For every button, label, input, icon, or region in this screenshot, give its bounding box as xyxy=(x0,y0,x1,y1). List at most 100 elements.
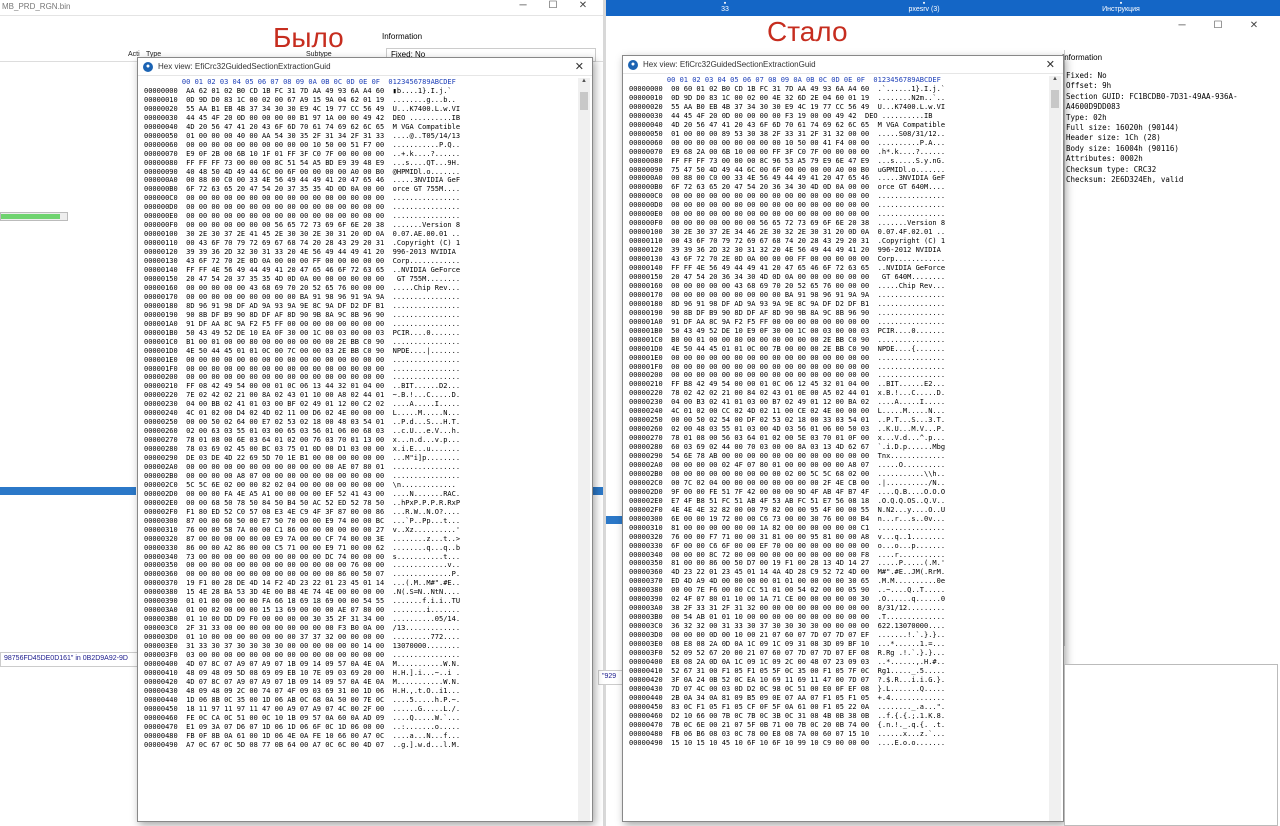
hex-row[interactable]: 00000450 18 11 97 11 97 11 47 00 A9 07 A… xyxy=(144,705,572,714)
hex-row[interactable]: 00000080 FF FF FF 73 00 00 00 8C 96 53 A… xyxy=(629,157,1043,166)
hex-row[interactable]: 000003D0 00 00 00 0D 00 10 00 21 07 60 0… xyxy=(629,631,1043,640)
hex-row[interactable]: 00000280 60 03 69 02 44 00 70 03 00 00 8… xyxy=(629,443,1043,452)
hex-row[interactable]: 00000390 02 4F 07 80 01 10 00 1A 71 CE 0… xyxy=(629,595,1043,604)
hex-row[interactable]: 00000170 00 00 00 00 00 00 00 00 00 BA 9… xyxy=(144,293,572,302)
hex-row[interactable]: 000000B0 6F 72 63 65 20 47 54 20 36 34 3… xyxy=(629,183,1043,192)
hex-row[interactable]: 00000290 DE 03 DE 4D 22 69 5D 70 1E B1 0… xyxy=(144,454,572,463)
hex-row[interactable]: 00000410 52 67 31 00 F1 05 F1 05 5F 0C 3… xyxy=(629,667,1043,676)
hex-row[interactable]: 00000450 83 0C F1 05 F1 05 CF 0F 5F 0A 6… xyxy=(629,703,1043,712)
hex-row[interactable]: 00000460 FE 0C CA 0C 51 00 0C 10 1B 09 5… xyxy=(144,714,572,723)
hex-row[interactable]: 00000220 7E 02 42 02 21 00 8A 02 43 01 1… xyxy=(144,391,572,400)
minimize-icon[interactable]: ─ xyxy=(1164,20,1200,31)
hex-row[interactable]: 000003E0 08 E8 08 2A 0D 0A 1C 09 1C 09 3… xyxy=(629,640,1043,649)
hex-row[interactable]: 00000090 40 48 50 4D 49 44 6C 00 6F 00 0… xyxy=(144,168,572,177)
hex-row[interactable]: 00000140 FF FF 4E 56 49 44 49 41 20 47 6… xyxy=(629,264,1043,273)
hex-row[interactable]: 000003A0 38 2F 33 31 2F 31 32 00 00 00 0… xyxy=(629,604,1043,613)
hex-row[interactable]: 000003C0 2F 31 33 00 00 00 00 00 00 00 0… xyxy=(144,624,572,633)
hex-row[interactable]: 00000470 7B 0C 6E 00 21 07 5F 0B 71 00 7… xyxy=(629,721,1043,730)
hex-row[interactable]: 000002E0 E7 4F B8 51 FC 51 AB 4F 53 AB F… xyxy=(629,497,1043,506)
hex-row[interactable]: 00000150 20 47 54 20 36 34 30 4D 0D 0A 0… xyxy=(629,273,1043,282)
hex-row[interactable]: 000000D0 00 00 00 00 00 00 00 00 00 00 0… xyxy=(629,201,1043,210)
hex-row[interactable]: 00000190 90 8B DF B9 90 8D DF AF 8D 90 9… xyxy=(629,309,1043,318)
hex-row[interactable]: 00000230 04 00 BB 02 41 01 03 00 BF 02 4… xyxy=(144,400,572,409)
hex-row[interactable]: 00000110 00 43 6F 70 79 72 69 67 68 74 2… xyxy=(629,237,1043,246)
hex-row[interactable]: 00000220 78 02 42 02 21 00 84 02 43 01 0… xyxy=(629,389,1043,398)
scroll-up-icon[interactable]: ▲ xyxy=(578,78,590,88)
hex-row[interactable]: 00000430 7D 07 4C 00 03 0D D2 0C 98 0C 5… xyxy=(629,685,1043,694)
hex-row[interactable]: 00000270 78 01 08 00 56 03 64 01 02 00 5… xyxy=(629,434,1043,443)
hex-row[interactable]: 00000200 00 00 00 00 00 00 00 00 00 00 0… xyxy=(144,373,572,382)
close-icon[interactable]: ✕ xyxy=(1236,20,1272,31)
hex-row[interactable]: 000000E0 00 00 00 00 00 00 00 00 00 00 0… xyxy=(144,212,572,221)
hex-row[interactable]: 00000110 00 43 6F 70 79 72 69 67 68 74 2… xyxy=(144,239,572,248)
hex-row[interactable]: 00000160 00 00 00 00 00 43 68 69 70 20 5… xyxy=(629,282,1043,291)
hex-row[interactable]: 00000420 4D 07 8C 07 A9 07 A9 07 1B 09 1… xyxy=(144,678,572,687)
hex-row[interactable]: 00000130 43 6F 72 70 2E 0D 0A 00 00 00 F… xyxy=(144,257,572,266)
hex-row[interactable]: 00000350 00 00 00 00 00 00 00 00 00 00 0… xyxy=(144,561,572,570)
hex-row[interactable]: 00000120 39 39 36 2D 32 30 31 33 20 4E 5… xyxy=(144,248,572,257)
hex-row[interactable]: 00000430 48 09 48 09 2C 00 74 07 4F 09 0… xyxy=(144,687,572,696)
hex-row[interactable]: 000000B0 6F 72 63 65 20 47 54 20 37 35 3… xyxy=(144,185,572,194)
scroll-thumb[interactable] xyxy=(1051,90,1059,108)
taskbar-item-1[interactable]: ▪ pxesrv (3) xyxy=(902,0,946,13)
scroll-up-icon[interactable]: ▲ xyxy=(1049,76,1061,86)
hex-row[interactable]: 00000210 FF B8 42 49 54 00 00 01 0C 06 1… xyxy=(629,380,1043,389)
hex-row[interactable]: 00000250 00 00 50 02 54 00 DF 02 53 02 1… xyxy=(629,416,1043,425)
hex-row[interactable]: 00000180 8D 96 91 98 DF AD 9A 93 9A 9E 8… xyxy=(144,302,572,311)
hex-row[interactable]: 00000370 ED 4D A9 4D 00 00 00 00 01 01 0… xyxy=(629,577,1043,586)
hex-row[interactable]: 00000410 48 09 48 09 5D 08 69 09 EB 10 7… xyxy=(144,669,572,678)
tree-selected-row[interactable] xyxy=(0,487,136,495)
hex-row[interactable]: 00000440 2B 0A 34 0A 81 09 B5 09 0E 07 A… xyxy=(629,694,1043,703)
hex-row[interactable]: 00000260 02 00 63 03 55 01 03 00 65 03 5… xyxy=(144,427,572,436)
hex-row[interactable]: 00000300 6E 00 00 19 72 00 00 C6 73 00 0… xyxy=(629,515,1043,524)
hex-row[interactable]: 000002B0 00 00 00 00 00 00 00 00 00 02 0… xyxy=(629,470,1043,479)
hex-row[interactable]: 000002D0 00 00 00 FA 4E A5 A1 00 00 00 0… xyxy=(144,490,572,499)
hex-row[interactable]: 00000480 FB 0F 8B 0A 61 00 1D 06 4E 0A F… xyxy=(144,732,572,741)
hex-row[interactable]: 00000400 E8 08 2A 0D 0A 1C 09 1C 09 2C 0… xyxy=(629,658,1043,667)
hex-row[interactable]: 000000F0 00 00 00 00 00 00 00 56 65 72 7… xyxy=(144,221,572,230)
minimize-icon[interactable]: ─ xyxy=(508,0,538,11)
close-icon[interactable]: ✕ xyxy=(568,0,598,11)
hex-row[interactable]: 00000420 3F 0A 24 0B 52 0C EA 10 69 11 6… xyxy=(629,676,1043,685)
hex-row[interactable]: 00000030 44 45 4F 20 0D 00 00 00 00 F3 1… xyxy=(629,112,1043,121)
hex-row[interactable]: 000003B0 00 54 AB 01 01 10 00 00 00 00 0… xyxy=(629,613,1043,622)
hex-row[interactable]: 00000340 00 00 00 8C 72 00 00 00 00 00 0… xyxy=(629,551,1043,560)
hex-row[interactable]: 000000E0 00 00 00 00 00 00 00 00 00 00 0… xyxy=(629,210,1043,219)
hex-row[interactable]: 00000050 01 00 00 00 89 53 30 38 2F 33 3… xyxy=(629,130,1043,139)
hex-row[interactable]: 000000F0 00 00 00 00 00 00 00 56 65 72 7… xyxy=(629,219,1043,228)
hex-before-scrollbar[interactable]: ▲ xyxy=(578,78,590,821)
close-icon[interactable]: ✕ xyxy=(575,60,584,73)
hex-row[interactable]: 00000460 D2 10 66 00 7B 0C 7B 0C 3B 0C 3… xyxy=(629,712,1043,721)
close-icon[interactable]: ✕ xyxy=(1046,58,1055,71)
hex-row[interactable]: 00000340 73 00 00 00 00 00 00 00 00 00 0… xyxy=(144,553,572,562)
hex-row[interactable]: 000001B0 50 43 49 52 DE 10 EA 0F 30 00 1… xyxy=(144,329,572,338)
hex-row[interactable]: 00000330 86 00 00 A2 86 00 00 C5 71 00 0… xyxy=(144,544,572,553)
hex-row[interactable]: 00000180 8D 96 91 98 DF AD 9A 93 9A 9E 8… xyxy=(629,300,1043,309)
hex-row[interactable]: 00000190 90 8B DF B9 90 8D DF AF 8D 90 9… xyxy=(144,311,572,320)
hex-row[interactable]: 00000040 4D 20 56 47 41 20 43 6F 6D 70 6… xyxy=(629,121,1043,130)
hex-row[interactable]: 00000150 20 47 54 20 37 35 35 4D 0D 0A 0… xyxy=(144,275,572,284)
hex-row[interactable]: 00000070 E9 0F 2B 00 6B 10 1F 01 FF 3F C… xyxy=(144,150,572,159)
hex-row[interactable]: 000003B0 01 10 00 DD D9 F0 00 00 00 00 3… xyxy=(144,615,572,624)
hex-row[interactable]: 00000020 55 AA B0 EB 4B 37 34 30 30 E9 4… xyxy=(629,103,1043,112)
hex-row[interactable]: 00000300 87 00 00 60 50 00 E7 50 70 00 0… xyxy=(144,517,572,526)
hex-row[interactable]: 00000100 30 2E 30 37 2E 34 46 2E 30 32 2… xyxy=(629,228,1043,237)
hex-row[interactable]: 000002C0 00 7C 02 04 00 00 00 00 00 00 0… xyxy=(629,479,1043,488)
hex-row[interactable]: 000000C0 00 00 00 00 00 00 00 00 00 00 0… xyxy=(144,194,572,203)
hex-row[interactable]: 000002D0 9F 00 00 FE 51 7F 42 00 00 00 9… xyxy=(629,488,1043,497)
hex-row[interactable]: 00000170 00 00 00 00 00 00 00 00 00 BA 9… xyxy=(629,291,1043,300)
hex-row[interactable]: 00000100 30 2E 30 37 2E 41 45 2E 30 30 2… xyxy=(144,230,572,239)
hex-row[interactable]: 00000130 43 6F 72 70 2E 0D 0A 00 00 00 F… xyxy=(629,255,1043,264)
hex-row[interactable]: 00000010 0D 9D D0 83 1C 00 02 00 67 A9 1… xyxy=(144,96,572,105)
hex-row[interactable]: 000001A0 91 DF AA 8C 9A F2 F5 FF 00 00 0… xyxy=(629,318,1043,327)
hex-row[interactable]: 00000440 1D 06 8B 0C 35 00 1D 06 AB 0C 6… xyxy=(144,696,572,705)
hex-row[interactable]: 000000A0 00 88 00 C0 00 33 4E 56 49 44 4… xyxy=(144,176,572,185)
hex-row[interactable]: 00000360 00 00 00 00 00 00 00 00 00 00 0… xyxy=(144,570,572,579)
hex-row[interactable]: 000001B0 50 43 49 52 DE 10 E9 0F 30 00 1… xyxy=(629,327,1043,336)
hex-row[interactable]: 00000270 78 01 08 00 6E 03 64 01 02 00 7… xyxy=(144,436,572,445)
hex-row[interactable]: 000001E0 00 00 00 00 00 00 00 00 00 00 0… xyxy=(629,354,1043,363)
taskbar-item-2[interactable]: ▪ Инструкция xyxy=(1096,0,1146,13)
hex-row[interactable]: 000002A0 00 00 00 00 00 00 00 00 00 00 0… xyxy=(144,463,572,472)
hex-row[interactable]: 00000490 A7 0C 67 0C 5D 08 77 0B 64 00 A… xyxy=(144,741,572,750)
hex-after-scrollbar[interactable]: ▲ xyxy=(1049,76,1061,821)
